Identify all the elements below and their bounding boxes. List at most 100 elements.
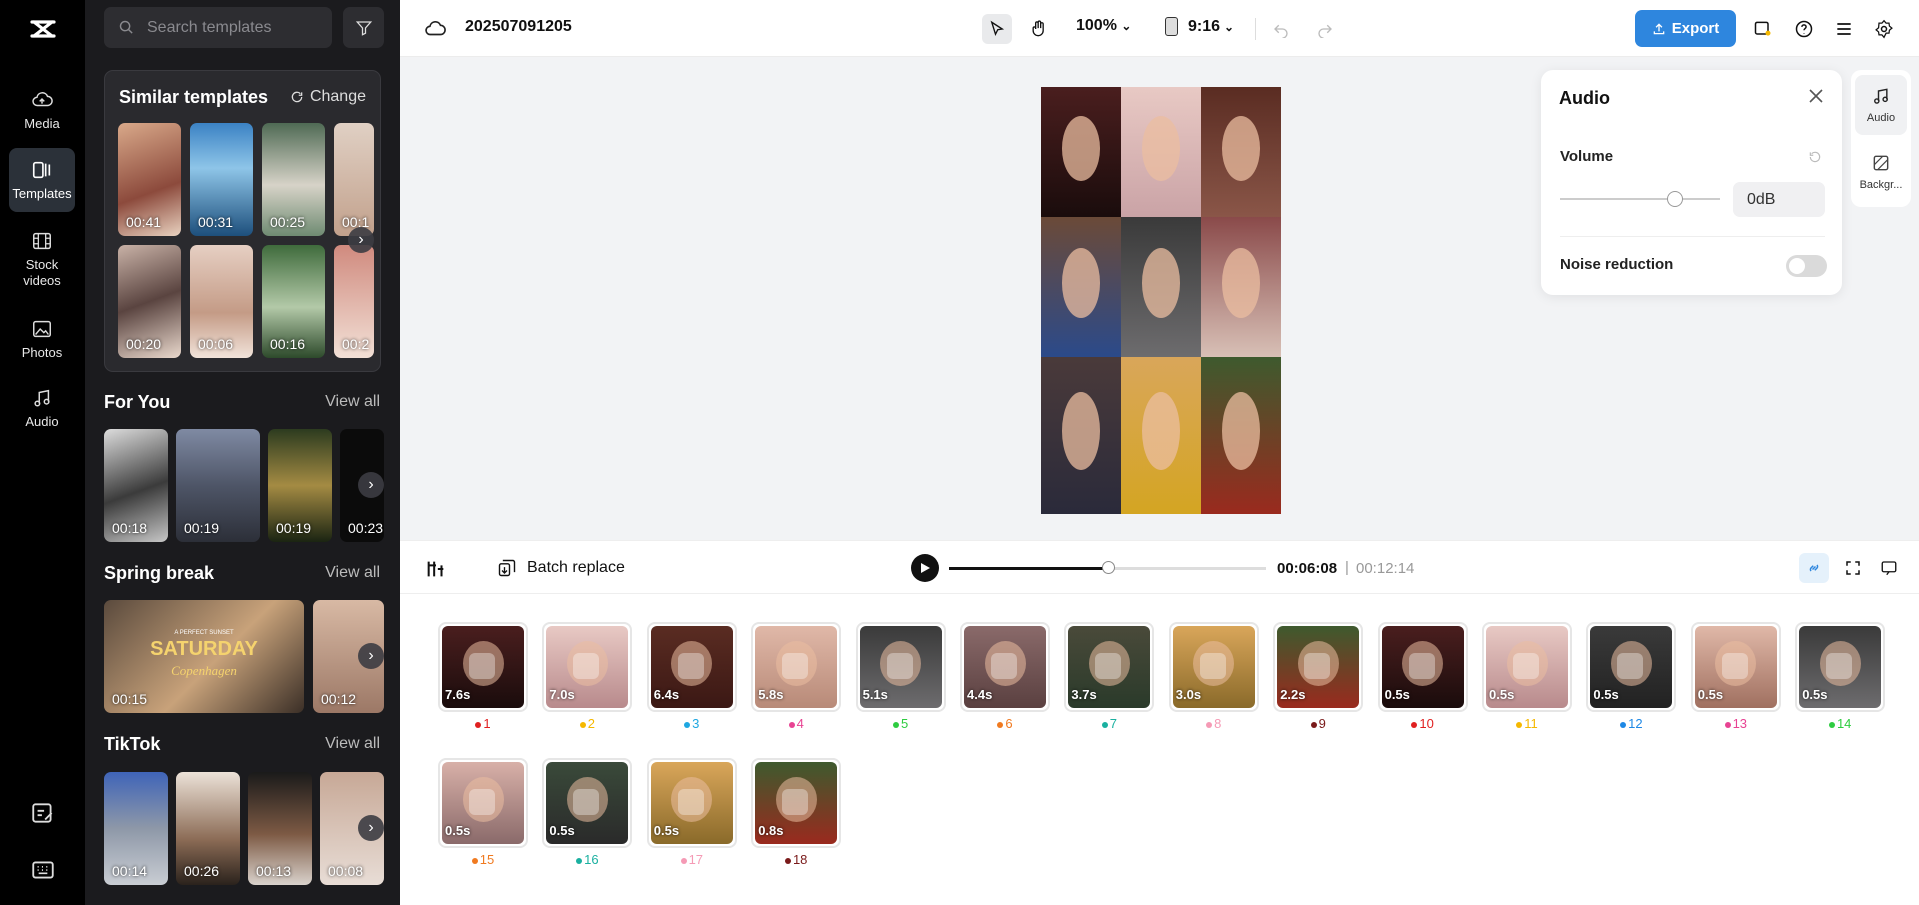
rail-item-templates[interactable]: Templates: [9, 148, 75, 212]
clip-duration: 0.5s: [1489, 687, 1515, 702]
rail-item-audio[interactable]: Audio: [9, 376, 75, 440]
clip-item[interactable]: 0.5s 10: [1377, 622, 1468, 731]
view-all-link[interactable]: View all: [325, 564, 380, 582]
replace-icon[interactable]: [886, 653, 913, 679]
undo-button[interactable]: [1266, 14, 1296, 44]
progress-handle[interactable]: [1101, 561, 1115, 574]
play-button[interactable]: [911, 554, 939, 582]
noise-reduction-toggle[interactable]: [1786, 255, 1827, 277]
redo-button[interactable]: [1310, 14, 1340, 44]
tab-audio[interactable]: Audio: [1855, 75, 1907, 135]
template-thumb[interactable]: 00:18: [104, 429, 168, 542]
template-thumb[interactable]: 00:41: [118, 123, 181, 236]
keyboard-icon[interactable]: [30, 857, 56, 883]
template-thumb[interactable]: 00:26: [176, 772, 240, 885]
clip-item[interactable]: 0.5s 12: [1586, 622, 1677, 731]
next-arrow-button[interactable]: ›: [348, 227, 374, 253]
replace-icon[interactable]: [782, 789, 809, 815]
template-thumb[interactable]: 00:13: [248, 772, 312, 885]
replace-icon[interactable]: [1513, 653, 1539, 679]
template-thumb[interactable]: 00:14: [104, 772, 168, 885]
clip-item[interactable]: 2.2s 9: [1273, 622, 1364, 731]
clip-item[interactable]: 5.1s 5: [855, 622, 946, 731]
clip-color-dot: [471, 857, 478, 864]
next-arrow-button[interactable]: ›: [358, 815, 384, 841]
clip-item[interactable]: 0.5s 13: [1690, 622, 1781, 731]
project-title[interactable]: 202507091205: [465, 18, 572, 36]
replace-icon[interactable]: [573, 653, 600, 679]
clip-item[interactable]: 0.5s 14: [1795, 622, 1886, 731]
replace-icon[interactable]: [1199, 653, 1226, 679]
change-button[interactable]: Change: [290, 88, 366, 106]
clip-item[interactable]: 0.5s 17: [646, 758, 737, 867]
clip-item[interactable]: 0.5s 11: [1482, 622, 1572, 731]
clip-item[interactable]: 0.5s 16: [542, 758, 633, 867]
clip-item[interactable]: 0.8s 18: [751, 758, 842, 867]
timeline-tools-icon[interactable]: [425, 558, 447, 580]
template-thumb[interactable]: 00:19: [176, 429, 260, 542]
video-preview[interactable]: [1041, 87, 1281, 514]
replace-icon[interactable]: [1826, 653, 1853, 679]
settings-button[interactable]: [1869, 14, 1899, 44]
replace-icon[interactable]: [469, 789, 495, 815]
volume-slider-handle[interactable]: [1667, 191, 1684, 207]
clip-item[interactable]: 4.4s 6: [960, 622, 1050, 731]
close-icon[interactable]: [1806, 86, 1826, 106]
clip-item[interactable]: 6.4s 3: [646, 622, 737, 731]
replace-icon[interactable]: [1408, 653, 1435, 679]
template-thumb[interactable]: 00:25: [262, 123, 325, 236]
template-thumb[interactable]: 00:06: [190, 245, 253, 358]
replace-icon[interactable]: [1304, 653, 1331, 679]
help-button[interactable]: [1789, 14, 1819, 44]
replace-icon[interactable]: [782, 653, 809, 679]
view-all-link[interactable]: View all: [325, 393, 380, 411]
clip-item[interactable]: 0.5s 15: [438, 758, 528, 867]
clip-item[interactable]: 7.6s 1: [438, 622, 528, 731]
replace-icon[interactable]: [677, 789, 704, 815]
batch-replace-button[interactable]: Batch replace: [497, 558, 625, 578]
template-thumb[interactable]: 00:1: [334, 123, 374, 236]
clip-item[interactable]: 5.8s 4: [751, 622, 842, 731]
rail-item-photos[interactable]: Photos: [9, 307, 75, 371]
rail-item-stock-videos[interactable]: Stock videos: [9, 226, 75, 292]
template-thumb[interactable]: 00:2: [334, 245, 374, 358]
rail-item-media[interactable]: Media: [9, 78, 75, 142]
replace-icon[interactable]: [469, 653, 495, 679]
feedback-edit-icon[interactable]: [30, 800, 56, 826]
filter-button[interactable]: [343, 7, 384, 48]
replace-icon[interactable]: [677, 653, 704, 679]
next-arrow-button[interactable]: ›: [358, 643, 384, 669]
template-thumb[interactable]: 00:16: [262, 245, 325, 358]
reset-icon[interactable]: [1808, 150, 1822, 164]
template-thumb[interactable]: 00:19: [268, 429, 332, 542]
hand-tool-button[interactable]: [1024, 14, 1054, 44]
link-button[interactable]: [1799, 553, 1829, 583]
template-thumb[interactable]: A PERFECT SUNSET SATURDAY Copenhagen 00:…: [104, 600, 304, 713]
clip-item[interactable]: 3.7s 7: [1064, 622, 1155, 731]
replace-icon[interactable]: [1617, 653, 1644, 679]
fullscreen-button[interactable]: [1838, 553, 1868, 583]
replace-icon[interactable]: [1721, 653, 1748, 679]
replace-icon[interactable]: [991, 653, 1017, 679]
next-arrow-button[interactable]: ›: [358, 472, 384, 498]
tab-background[interactable]: Backgr...: [1855, 142, 1907, 202]
template-thumb[interactable]: 00:20: [118, 245, 181, 358]
replace-icon[interactable]: [1095, 653, 1122, 679]
replace-icon[interactable]: [573, 789, 600, 815]
ratio-dropdown[interactable]: 9:16 ⌄: [1165, 17, 1234, 36]
clip-item[interactable]: 7.0s 2: [542, 622, 633, 731]
volume-value-input[interactable]: 0dB: [1733, 182, 1825, 217]
capcut-logo[interactable]: [28, 14, 58, 44]
comment-button[interactable]: [1874, 553, 1904, 583]
present-button[interactable]: [1748, 14, 1778, 44]
search-input[interactable]: Search templates: [104, 7, 332, 48]
export-button[interactable]: Export: [1635, 10, 1736, 47]
layers-button[interactable]: [1829, 14, 1859, 44]
select-tool-button[interactable]: [982, 14, 1012, 44]
zoom-dropdown[interactable]: 100% ⌄: [1076, 17, 1131, 35]
volume-slider-track[interactable]: [1560, 198, 1720, 200]
clip-item[interactable]: 3.0s 8: [1168, 622, 1259, 731]
cloud-sync-icon[interactable]: [420, 14, 450, 44]
template-thumb[interactable]: 00:31: [190, 123, 253, 236]
view-all-link[interactable]: View all: [325, 735, 380, 753]
